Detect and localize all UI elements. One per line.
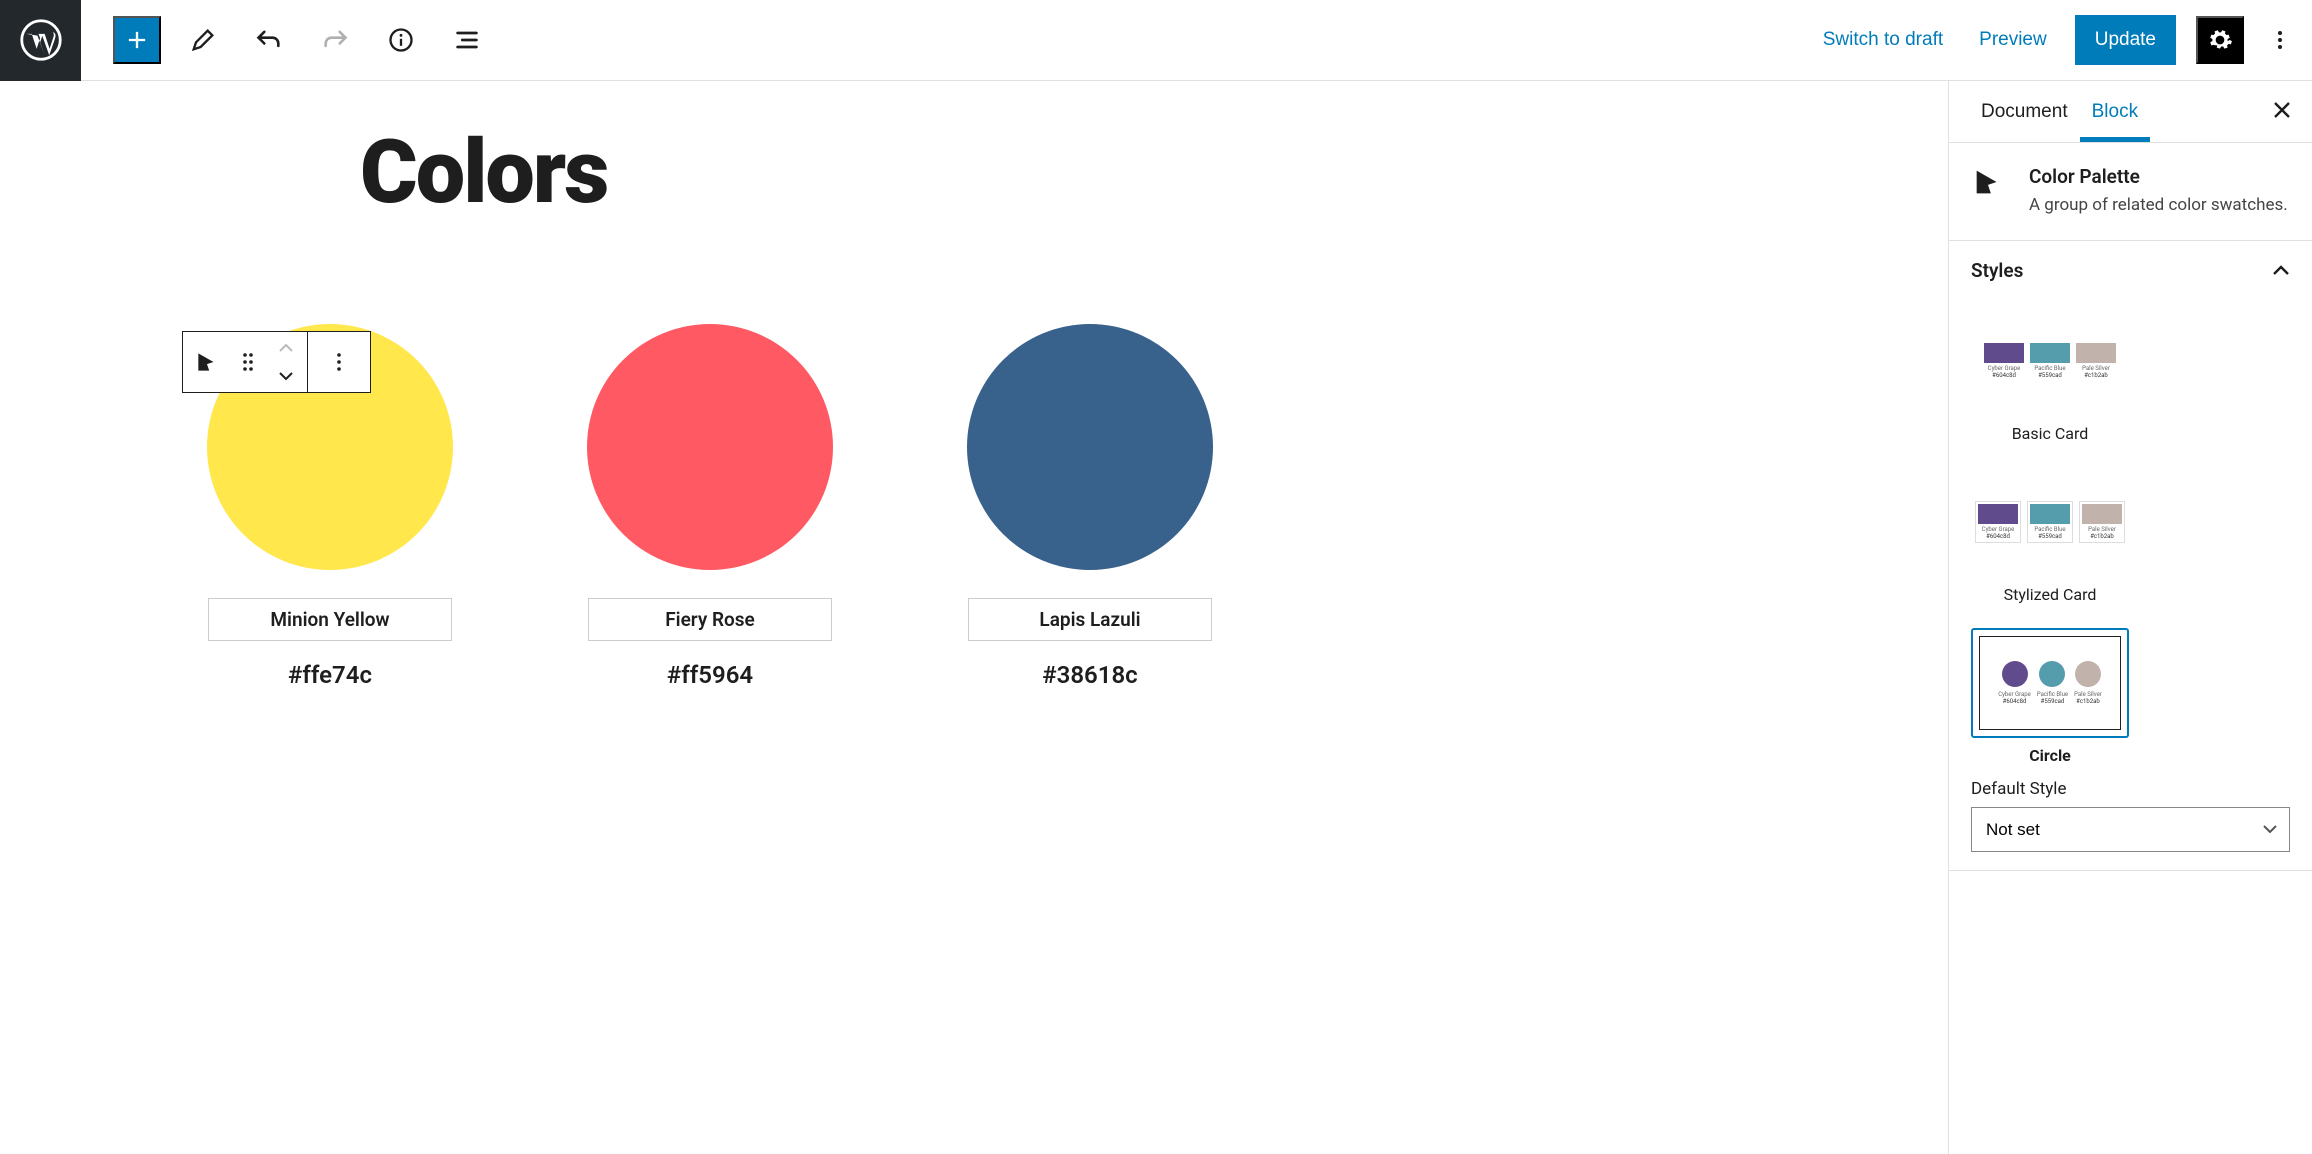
wordpress-logo[interactable] xyxy=(0,0,81,81)
more-vertical-icon xyxy=(2277,28,2283,52)
styles-grid: Cyber Grape#604c8d Pacific Blue#559cad P… xyxy=(1971,306,2290,765)
block-type-button[interactable] xyxy=(183,332,231,392)
undo-button[interactable] xyxy=(245,16,293,64)
edit-mode-button[interactable] xyxy=(179,16,227,64)
settings-sidebar: Document Block Color Palette A group of … xyxy=(1948,81,2312,1154)
top-toolbar: Switch to draft Preview Update xyxy=(0,0,2312,81)
switch-to-draft-button[interactable]: Switch to draft xyxy=(1815,21,1951,59)
list-icon xyxy=(453,26,481,54)
pencil-icon xyxy=(189,26,217,54)
block-toolbar xyxy=(182,331,371,393)
swatch-name: Lapis Lazuli xyxy=(968,598,1212,641)
default-style-label: Default Style xyxy=(1971,779,2290,799)
block-description: A group of related color swatches. xyxy=(2029,194,2288,218)
style-basic-card[interactable]: Cyber Grape#604c8d Pacific Blue#559cad P… xyxy=(1971,306,2129,443)
block-more-button[interactable] xyxy=(308,332,370,392)
chevron-up-icon xyxy=(2272,264,2290,276)
more-options-button[interactable] xyxy=(2264,16,2296,64)
style-label: Stylized Card xyxy=(1971,585,2129,604)
style-circle[interactable]: Cyber Grape#604c8d Pacific Blue#559cad P… xyxy=(1971,628,2129,765)
drag-handle[interactable] xyxy=(231,332,265,392)
wordpress-icon xyxy=(20,19,62,61)
outline-button[interactable] xyxy=(443,16,491,64)
chevron-down-icon xyxy=(278,371,294,381)
swatch-circle xyxy=(967,324,1213,570)
redo-button[interactable] xyxy=(311,16,359,64)
swatch-hex: #ff5964 xyxy=(667,661,753,689)
chevron-up-icon xyxy=(278,343,294,353)
block-info: Color Palette A group of related color s… xyxy=(1949,143,2312,241)
sidebar-tabs: Document Block xyxy=(1949,81,2312,143)
style-label: Circle xyxy=(1971,746,2129,765)
toolbar-left xyxy=(81,16,491,64)
styles-heading: Styles xyxy=(1971,259,2023,282)
undo-icon xyxy=(255,26,283,54)
styles-panel: Styles Cyber Grape#604c8d Pacific Blue#5… xyxy=(1949,241,2312,871)
move-up-button[interactable] xyxy=(266,334,306,362)
update-button[interactable]: Update xyxy=(2075,15,2176,65)
block-title: Color Palette xyxy=(2029,165,2288,188)
close-icon xyxy=(2272,100,2292,120)
default-style-select[interactable]: Not set xyxy=(1971,807,2290,852)
drag-icon xyxy=(241,351,255,373)
plus-icon xyxy=(123,26,151,54)
editor-canvas[interactable]: Colors xyxy=(0,81,1948,1154)
move-down-button[interactable] xyxy=(266,362,306,390)
page-title[interactable]: Colors xyxy=(360,121,1888,224)
swatch-item[interactable]: Fiery Rose #ff5964 xyxy=(560,324,860,689)
toolbar-right: Switch to draft Preview Update xyxy=(1815,15,2312,65)
add-block-button[interactable] xyxy=(113,16,161,64)
settings-button[interactable] xyxy=(2196,16,2244,64)
close-sidebar-button[interactable] xyxy=(2272,96,2292,127)
swatches-container: Minion Yellow #ffe74c Fiery Rose #ff5964… xyxy=(180,324,1888,689)
tab-block[interactable]: Block xyxy=(2080,83,2150,141)
swatch-name: Minion Yellow xyxy=(208,598,452,641)
info-icon xyxy=(387,26,415,54)
swatch-hex: #38618c xyxy=(1042,661,1137,689)
styles-panel-toggle[interactable]: Styles xyxy=(1971,259,2290,282)
gear-icon xyxy=(2207,27,2233,53)
swatch-name: Fiery Rose xyxy=(588,598,832,641)
more-vertical-icon xyxy=(336,351,342,373)
swatch-item[interactable]: Lapis Lazuli #38618c xyxy=(940,324,1240,689)
preview-button[interactable]: Preview xyxy=(1971,21,2055,59)
redo-icon xyxy=(321,26,349,54)
palette-icon xyxy=(1971,165,2011,205)
info-button[interactable] xyxy=(377,16,425,64)
palette-icon xyxy=(194,349,220,375)
swatch-hex: #ffe74c xyxy=(288,661,372,689)
swatch-circle xyxy=(587,324,833,570)
tab-document[interactable]: Document xyxy=(1969,83,2080,141)
style-stylized-card[interactable]: Cyber Grape#604c8d Pacific Blue#559cad P… xyxy=(1971,467,2129,604)
style-label: Basic Card xyxy=(1971,424,2129,443)
